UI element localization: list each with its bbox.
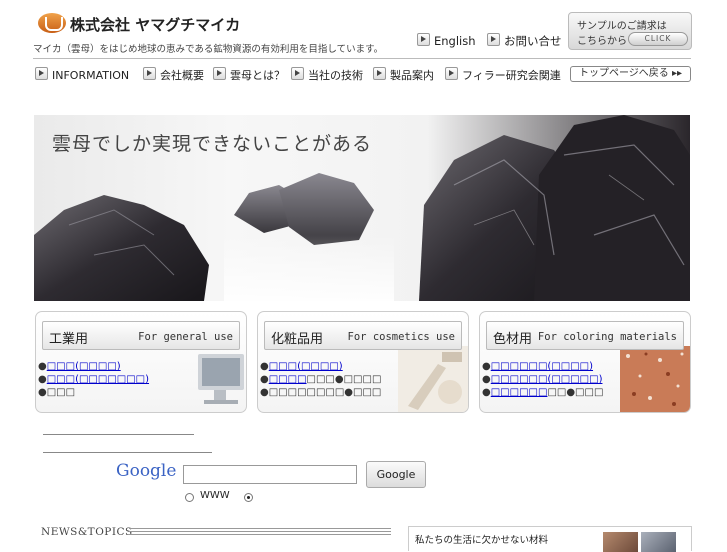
colored-granules-image	[620, 346, 690, 412]
list-item: ●□□□(□□□□)	[260, 361, 343, 372]
english-link[interactable]: English	[417, 33, 476, 48]
sample-request-line1: サンプルのご請求は	[577, 21, 667, 32]
panel-cosmetics-use[interactable]: 化粧品用 For cosmetics use ●□□□(□□□□) ●□□□□□…	[257, 311, 469, 413]
arrow-right-icon	[445, 67, 458, 80]
arrow-right-icon	[213, 67, 226, 80]
google-logo: Google	[116, 461, 177, 481]
list-item: ●□□□□□□(□□□□□)	[482, 374, 603, 385]
product-link[interactable]: □□□(□□□□)	[269, 361, 343, 372]
panel-product-list: ●□□□□□□(□□□□) ●□□□□□□(□□□□□) ●□□□□□□□□●□…	[482, 360, 603, 399]
nav-item-company[interactable]: 会社概要	[143, 67, 204, 83]
cosmetics-image	[398, 346, 468, 412]
nav-label: INFORMATION	[52, 69, 130, 82]
product-link[interactable]: □□□□□□(□□□□□)	[491, 374, 603, 385]
hero-title: 雲母でしか実現できないことがある	[52, 133, 373, 155]
nav-item-filler[interactable]: フィラー研究会関連	[445, 67, 561, 83]
list-item: ●□□□(□□□□)	[38, 361, 121, 372]
feature-box[interactable]: 私たちの生活に欠かせない材料	[408, 526, 692, 552]
radio-www[interactable]	[185, 493, 194, 502]
panel-product-list: ●□□□(□□□□) ●□□□(□□□□□□□) ●□□□	[38, 360, 149, 399]
panel-general-use[interactable]: 工業用 For general use ●□□□(□□□□) ●□□□(□□□□…	[35, 311, 247, 413]
tagline: マイカ（雲母）をはじめ地球の恵みである鉱物資源の有効利用を目指しています。	[33, 44, 384, 55]
monitor-image	[198, 354, 244, 404]
product-link[interactable]: □□□□	[269, 374, 307, 385]
header-divider	[33, 58, 691, 59]
company-name[interactable]: 株式会社 ヤマグチマイカ	[70, 14, 240, 35]
arrow-right-icon	[143, 67, 156, 80]
back-to-top-button[interactable]: トップページへ戻る ▸▸	[570, 66, 691, 82]
radio-www-label: WWW	[200, 490, 230, 501]
feature-thumb-image	[603, 532, 638, 552]
arrow-right-icon	[373, 67, 386, 80]
arrow-right-icon	[487, 33, 500, 46]
product-link[interactable]: □□□(□□□□)	[47, 361, 121, 372]
sample-request-button[interactable]: サンプルのご請求は こちらから CLICK	[568, 12, 692, 50]
click-pill: CLICK	[628, 32, 688, 46]
nav-label: 雲母とは？	[230, 69, 285, 82]
panel-title-en: For general use	[138, 331, 233, 343]
nav-label: 製品案内	[390, 69, 434, 82]
list-item: ●□□□(□□□□□□□)	[38, 374, 150, 385]
arrow-right-icon	[35, 67, 48, 80]
news-heading: NEWS&TOPICS	[41, 526, 133, 538]
list-item: ●□□□	[38, 387, 76, 398]
nav-item-technology[interactable]: 当社の技術	[291, 67, 363, 83]
panel-product-list: ●□□□(□□□□) ●□□□□□□□●□□□□ ●□□□□□□□□●□□□	[260, 360, 381, 399]
panel-title-jp: 工業用	[49, 332, 89, 347]
nav-item-products[interactable]: 製品案内	[373, 67, 434, 83]
panel-coloring-materials[interactable]: 色材用 For coloring materials ●□□□□□□(□□□□)…	[479, 311, 691, 413]
panel-title-jp: 色材用	[493, 332, 533, 347]
list-item: ●□□□□□□□□●□□□	[482, 387, 604, 398]
nav-label: 当社の技術	[308, 69, 363, 82]
arrow-right-icon	[291, 67, 304, 80]
sample-request-line2: こちらから	[577, 36, 627, 47]
panel-title-en: For cosmetics use	[347, 331, 455, 343]
panel-header: 色材用 For coloring materials	[486, 321, 684, 350]
nav-label: フィラー研究会関連	[462, 69, 561, 82]
panel-header: 工業用 For general use	[42, 321, 240, 350]
nav-item-mica[interactable]: 雲母とは？	[213, 67, 285, 83]
company-logo-icon[interactable]	[38, 13, 66, 33]
radio-site[interactable]	[244, 493, 253, 502]
divider-line	[43, 452, 212, 453]
nav-item-information[interactable]: INFORMATION	[35, 67, 129, 82]
feature-text: 私たちの生活に欠かせない材料	[415, 535, 549, 546]
list-item: ●□□□□□□□●□□□□	[260, 374, 382, 385]
news-heading-lines	[129, 528, 391, 537]
nav-label: 会社概要	[160, 69, 204, 82]
contact-link[interactable]: お問い合せ	[487, 33, 562, 49]
google-search-button[interactable]: Google	[366, 461, 426, 488]
arrow-right-icon	[417, 33, 430, 46]
panel-title-en: For coloring materials	[537, 331, 677, 343]
product-link[interactable]: □□□□□□	[491, 387, 548, 398]
contact-link-label: お問い合せ	[504, 34, 562, 48]
list-item: ●□□□□□□(□□□□)	[482, 361, 594, 372]
list-item: ●□□□□□□□□●□□□	[260, 387, 382, 398]
panel-title-jp: 化粧品用	[271, 332, 324, 347]
panel-header: 化粧品用 For cosmetics use	[264, 321, 462, 350]
divider-line	[43, 434, 194, 435]
product-link[interactable]: □□□(□□□□□□□)	[47, 374, 149, 385]
english-link-label: English	[434, 34, 476, 48]
hero-banner: 雲母でしか実現できないことがある	[34, 115, 690, 301]
product-link[interactable]: □□□□□□(□□□□)	[491, 361, 593, 372]
feature-thumb-image	[641, 532, 676, 552]
search-input[interactable]	[183, 465, 357, 484]
